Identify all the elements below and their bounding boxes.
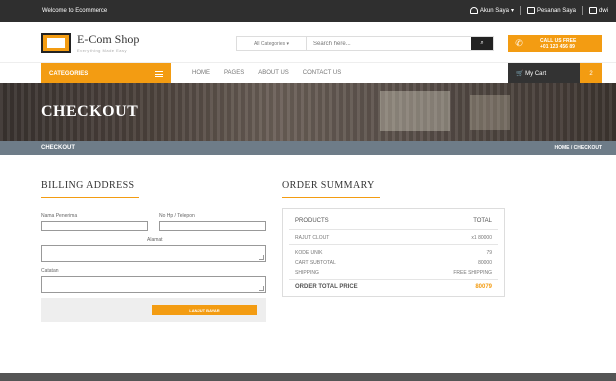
name-label: Nama Penerima — [41, 213, 78, 219]
nav-home[interactable]: HOME — [192, 70, 210, 76]
hero-banner: CHECKOUT — [0, 83, 616, 141]
categories-label: CATEGORIES — [49, 70, 89, 77]
notes-field[interactable] — [41, 276, 266, 293]
categories-button[interactable]: CATEGORIES — [41, 63, 171, 84]
phone-label: No Hp / Telepon — [159, 213, 195, 219]
products-header: PRODUCTS — [295, 218, 329, 224]
brand-tagline: Everything Made Easy — [77, 48, 128, 53]
site-header: E-Com Shop Everything Made Easy All Cate… — [0, 22, 616, 62]
top-bar-links: Akun Saya ▾ Pesanan Saya dwi — [469, 6, 608, 15]
shipping-row: SHIPPING FREE SHIPPING — [295, 270, 492, 276]
user-link[interactable]: dwi — [588, 7, 608, 14]
cart-icon: 🛒 — [516, 71, 524, 77]
search-bar: All Categories ▾ ⌕ — [236, 36, 494, 51]
main-nav: CATEGORIES HOME PAGES ABOUT US CONTACT U… — [0, 62, 616, 84]
nav-contact[interactable]: CONTACT US — [303, 70, 341, 76]
phone-icon: ✆ — [515, 38, 523, 48]
call-banner: ✆ CALL US FREE +01 123 456 89 — [508, 35, 602, 52]
page-title: CHECKOUT — [41, 103, 139, 120]
nav-about[interactable]: ABOUT US — [258, 70, 289, 76]
product-name: RAJUT CLOUT — [295, 235, 330, 241]
laptop-icon — [41, 32, 71, 53]
search-input[interactable] — [307, 37, 471, 50]
order-total-value: 80079 — [475, 284, 492, 290]
cart-count: 2 — [580, 63, 602, 84]
unique-code-row: KODE UNIK 79 — [295, 250, 492, 256]
brand-name: E-Com Shop — [77, 32, 140, 46]
continue-payment-button[interactable]: LANJUT BAYAR — [152, 305, 257, 315]
summary-header-row: PRODUCTS TOTAL — [295, 218, 492, 224]
name-field[interactable] — [41, 221, 148, 231]
product-row: RAJUT CLOUT x1 80000 — [295, 235, 492, 241]
orders-label: Pesanan Saya — [536, 7, 576, 14]
summary-underline — [282, 197, 380, 198]
order-summary-box: PRODUCTS TOTAL RAJUT CLOUT x1 80000 KODE… — [282, 208, 505, 297]
chevron-down-icon: ▾ — [510, 8, 514, 14]
nav-links: HOME PAGES ABOUT US CONTACT US — [192, 70, 341, 76]
call-line-1: CALL US FREE — [540, 37, 577, 44]
billing-underline — [41, 197, 139, 198]
nav-pages[interactable]: PAGES — [224, 70, 244, 76]
notes-label: Catatan — [41, 268, 59, 274]
address-label: Alamat — [147, 237, 163, 243]
product-value: x1 80000 — [471, 235, 492, 241]
divider — [519, 6, 521, 15]
account-link[interactable]: Akun Saya ▾ — [469, 7, 514, 14]
chevron-down-icon: ▾ — [285, 40, 290, 47]
cart-button[interactable]: 🛒 My Cart 2 — [508, 63, 602, 84]
user-label: dwi — [598, 7, 608, 14]
breadcrumb: CHECKOUT HOME / CHECKOUT — [0, 141, 616, 155]
account-label: Akun Saya — [479, 7, 509, 14]
orders-icon — [526, 7, 535, 14]
address-field[interactable] — [41, 245, 266, 262]
breadcrumb-trail[interactable]: HOME / CHECKOUT — [555, 145, 603, 151]
search-icon: ⌕ — [480, 40, 484, 46]
call-line-2: +01 123 456 89 — [540, 43, 575, 50]
summary-title: ORDER SUMMARY — [282, 180, 375, 191]
menu-icon — [155, 70, 163, 77]
breadcrumb-current: CHECKOUT — [41, 145, 75, 151]
lock-icon — [588, 7, 597, 14]
user-icon — [469, 7, 478, 14]
divider — [581, 6, 583, 15]
brand-logo[interactable]: E-Com Shop Everything Made Easy — [41, 32, 139, 53]
welcome-text: Welcome to Ecommerce — [42, 8, 108, 14]
category-select[interactable]: All Categories ▾ — [237, 37, 307, 50]
top-bar: Welcome to Ecommerce Akun Saya ▾ Pesanan… — [0, 0, 616, 22]
phone-field[interactable] — [159, 221, 266, 231]
order-total-row: ORDER TOTAL PRICE 80079 — [295, 284, 492, 290]
footer-bar — [0, 373, 616, 381]
search-button[interactable]: ⌕ — [471, 37, 493, 50]
order-total-label: ORDER TOTAL PRICE — [295, 284, 358, 290]
cart-label: My Cart — [525, 71, 547, 77]
billing-title: BILLING ADDRESS — [41, 180, 135, 191]
orders-link[interactable]: Pesanan Saya — [526, 7, 576, 14]
subtotal-row: CART SUBTOTAL 80000 — [295, 260, 492, 266]
total-header: TOTAL — [473, 218, 492, 224]
